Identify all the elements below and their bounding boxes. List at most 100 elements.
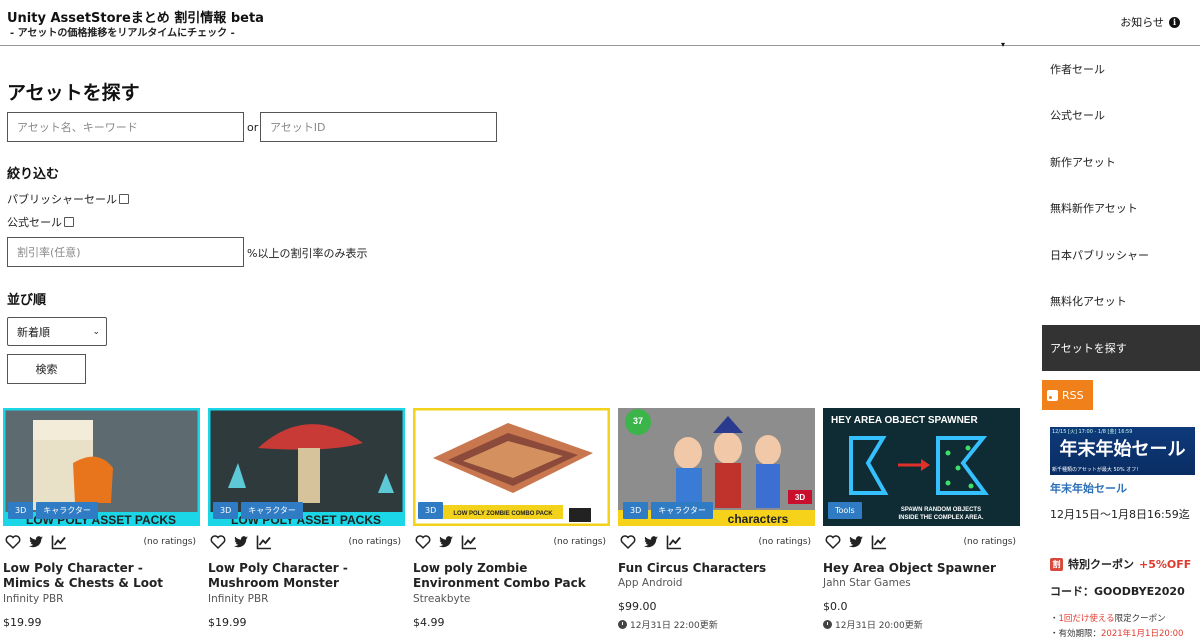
or-label: or (247, 121, 259, 134)
discount-rate-input[interactable] (7, 237, 244, 267)
svg-text:SPAWN RANDOM OBJECTS: SPAWN RANDOM OBJECTS (901, 507, 981, 513)
asset-thumbnail[interactable]: LOW POLY ZOMBIE COMBO PACK 3D (413, 408, 610, 526)
updated-text: 12月31日 22:00更新 (630, 621, 718, 631)
tag-badge[interactable]: 3D (623, 502, 649, 519)
asset-card[interactable]: 37 3D characters 3D キャラクター (no ratings) … (615, 408, 815, 637)
official-sale-row: 公式セール (7, 214, 74, 230)
sort-selected-value: 新着順 (17, 325, 50, 339)
sidebar-item-free-new-assets[interactable]: 無料新作アセット (1042, 185, 1200, 231)
publisher-name: Infinity PBR (208, 593, 269, 605)
sale-banner[interactable]: 12/15 [火] 17:00 - 1/8 [金] 16:59 年末年始セール … (1050, 427, 1195, 475)
asset-thumbnail[interactable]: LOW POLY ASSET PACKS 3D キャラクター (3, 408, 200, 526)
heart-icon[interactable] (5, 534, 21, 550)
asset-thumbnail[interactable]: HEY AREA OBJECT SPAWNER SPAWN RANDOM OBJ… (823, 408, 1020, 526)
filter-heading: 絞り込む (7, 167, 60, 182)
keyword-input[interactable] (7, 112, 244, 142)
tag-badge[interactable]: キャラクター (36, 502, 98, 519)
banner-title: 年末年始セール (1059, 439, 1186, 460)
publisher-name: Infinity PBR (3, 593, 64, 605)
asset-id-input[interactable] (260, 112, 497, 142)
sale-link[interactable]: 年末年始セール (1050, 480, 1127, 496)
ratings-text: (no ratings) (553, 537, 606, 547)
chart-icon[interactable] (256, 534, 272, 550)
card-actions (415, 534, 477, 550)
rss-button[interactable]: RSS (1042, 380, 1093, 410)
clock-icon (823, 620, 832, 629)
sidebar-item-official-sale[interactable]: 公式セール (1042, 92, 1200, 138)
publisher-name: App Android (618, 577, 683, 589)
publisher-sale-checkbox[interactable] (119, 194, 129, 204)
asset-price: $19.99 (3, 616, 42, 629)
asset-title[interactable]: Low poly Zombie Environment Combo Pack (413, 561, 603, 591)
card-actions (5, 534, 67, 550)
asset-card[interactable]: HEY AREA OBJECT SPAWNER SPAWN RANDOM OBJ… (820, 408, 1020, 637)
notice-button[interactable]: お知らせ i (1120, 14, 1180, 30)
twitter-icon[interactable] (438, 534, 454, 550)
tag-row: 3D キャラクター (8, 502, 98, 519)
coupon-heading: 割 特別クーポン +5%OFF (1050, 556, 1191, 572)
svg-text:3D: 3D (795, 493, 805, 502)
tag-row: 3D (418, 502, 444, 519)
asset-card[interactable]: LOW POLY ASSET PACKS 3D キャラクター (no ratin… (205, 408, 405, 637)
sidebar: 作者セール 公式セール 新作アセット 無料新作アセット 日本パブリッシャー 無料… (1042, 46, 1200, 637)
chart-icon[interactable] (461, 534, 477, 550)
heart-icon[interactable] (620, 534, 636, 550)
notice-label: お知らせ (1120, 16, 1164, 29)
twitter-icon[interactable] (28, 534, 44, 550)
banner-date: 12/15 [火] 17:00 - 1/8 [金] 16:59 (1052, 429, 1133, 435)
asset-price: $19.99 (208, 616, 247, 629)
sidebar-item-new-assets[interactable]: 新作アセット (1042, 139, 1200, 185)
coupon-icon: 割 (1050, 557, 1063, 571)
asset-title[interactable]: Low Poly Character - Mimics & Chests & L… (3, 561, 193, 591)
twitter-icon[interactable] (848, 534, 864, 550)
sidebar-item-now-free[interactable]: 無料化アセット (1042, 278, 1200, 324)
ratings-text: (no ratings) (348, 537, 401, 547)
clock-icon (618, 620, 627, 629)
asset-thumbnail[interactable]: 37 3D characters 3D キャラクター (618, 408, 815, 526)
asset-card-list: LOW POLY ASSET PACKS 3D キャラクター (no ratin… (0, 408, 1030, 637)
coupon-label: 特別クーポン (1068, 558, 1134, 571)
thumb-caption: HEY AREA OBJECT SPAWNER (831, 415, 978, 426)
tag-badge[interactable]: 3D (213, 502, 239, 519)
site-subtitle: - アセットの価格推移をリアルタイムにチェック - (10, 28, 235, 39)
asset-price: $4.99 (413, 616, 445, 629)
asset-card[interactable]: LOW POLY ASSET PACKS 3D キャラクター (no ratin… (0, 408, 200, 637)
asset-title[interactable]: Hey Area Object Spawner (823, 561, 1013, 576)
sidebar-item-japan-publishers[interactable]: 日本パブリッシャー (1042, 232, 1200, 278)
chart-icon[interactable] (666, 534, 682, 550)
chart-icon[interactable] (51, 534, 67, 550)
svg-text:INSIDE THE COMPLEX AREA.: INSIDE THE COMPLEX AREA. (898, 515, 983, 521)
thumb-caption: LOW POLY ZOMBIE COMBO PACK (453, 511, 553, 517)
search-heading: アセットを探す (7, 82, 140, 104)
asset-card[interactable]: LOW POLY ZOMBIE COMBO PACK 3D (no rating… (410, 408, 610, 637)
coupon-note-2: ・有効期限：2021年1月1日20:00 (1050, 629, 1184, 637)
tag-row: 3D キャラクター (623, 502, 713, 519)
heart-icon[interactable] (825, 534, 841, 550)
heart-icon[interactable] (415, 534, 431, 550)
sidebar-item-author-sale[interactable]: 作者セール (1042, 46, 1200, 92)
heart-icon[interactable] (210, 534, 226, 550)
tag-badge[interactable]: 3D (418, 502, 444, 519)
tag-badge[interactable]: キャラクター (241, 502, 303, 519)
official-sale-label: 公式セール (7, 216, 62, 229)
updated-at: 12月31日 20:00更新 (823, 618, 923, 631)
search-button[interactable]: 検索 (7, 354, 86, 384)
rss-icon (1047, 389, 1058, 401)
sidebar-item-find-assets[interactable]: アセットを探す (1042, 325, 1200, 371)
chart-icon[interactable] (871, 534, 887, 550)
tag-badge[interactable]: 3D (8, 502, 34, 519)
asset-thumbnail[interactable]: LOW POLY ASSET PACKS 3D キャラクター (208, 408, 405, 526)
asset-title[interactable]: Fun Circus Characters (618, 561, 808, 576)
official-sale-checkbox[interactable] (64, 217, 74, 227)
twitter-icon[interactable] (643, 534, 659, 550)
publisher-sale-row: パブリッシャーセール (7, 191, 129, 207)
twitter-icon[interactable] (233, 534, 249, 550)
main-content: アセットを探す or 絞り込む パブリッシャーセール 公式セール %以上の割引率… (0, 46, 1030, 637)
updated-text: 12月31日 20:00更新 (835, 621, 923, 631)
sort-select[interactable]: 新着順 ⌄ (7, 317, 107, 346)
card-actions (620, 534, 682, 550)
site-header: Unity AssetStoreまとめ 割引情報 beta - アセットの価格推… (0, 0, 1200, 46)
asset-title[interactable]: Low Poly Character - Mushroom Monster (208, 561, 398, 591)
tag-badge[interactable]: キャラクター (651, 502, 713, 519)
tag-badge[interactable]: Tools (828, 502, 862, 519)
